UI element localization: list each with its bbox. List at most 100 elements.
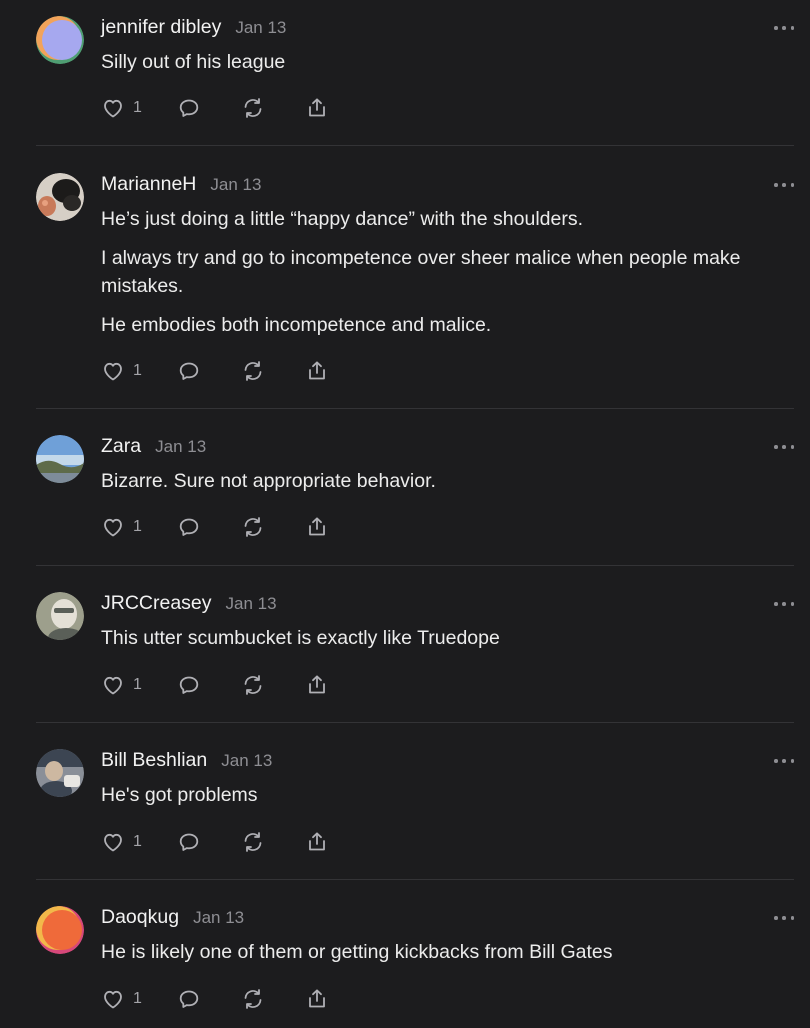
comment: JRCCreasey Jan 13 This utter scumbucket … bbox=[36, 592, 794, 702]
share-icon bbox=[309, 517, 325, 536]
divider bbox=[36, 879, 794, 880]
divider bbox=[36, 565, 794, 566]
comment: Bill Beshlian Jan 13 He's got problems 1 bbox=[36, 749, 794, 859]
comment-icon bbox=[179, 99, 199, 117]
reply-button[interactable] bbox=[177, 672, 201, 698]
like-button[interactable]: 1 bbox=[101, 829, 142, 855]
author-name[interactable]: Bill Beshlian bbox=[101, 749, 207, 772]
share-icon bbox=[309, 832, 325, 851]
like-count: 1 bbox=[133, 676, 142, 693]
comment-text: He’s just doing a little “happy dance” w… bbox=[101, 208, 583, 230]
comment-header: JRCCreasey Jan 13 bbox=[101, 592, 277, 622]
like-count: 1 bbox=[133, 833, 142, 850]
share-icon bbox=[309, 989, 325, 1008]
comment-text: He is likely one of them or getting kick… bbox=[101, 941, 613, 963]
reply-button[interactable] bbox=[177, 986, 201, 1012]
avatar[interactable] bbox=[36, 16, 84, 64]
more-icon[interactable] bbox=[774, 755, 794, 767]
comment-date[interactable]: Jan 13 bbox=[193, 908, 244, 928]
heart-icon bbox=[104, 676, 122, 695]
comment-text: This utter scumbucket is exactly like Tr… bbox=[101, 627, 500, 649]
comment-icon bbox=[179, 518, 199, 536]
reply-button[interactable] bbox=[177, 829, 201, 855]
share-icon bbox=[309, 675, 325, 694]
restack-button[interactable] bbox=[241, 358, 265, 384]
restack-icon bbox=[244, 517, 262, 537]
comment-date[interactable]: Jan 13 bbox=[210, 175, 261, 195]
reply-button[interactable] bbox=[177, 358, 201, 384]
more-icon[interactable] bbox=[774, 22, 794, 34]
more-icon[interactable] bbox=[774, 179, 794, 191]
restack-button[interactable] bbox=[241, 672, 265, 698]
restack-icon bbox=[244, 675, 262, 695]
avatar[interactable] bbox=[36, 749, 84, 797]
comment-actions: 1 bbox=[101, 358, 341, 384]
comment-text: I always try and go to incompetence over… bbox=[101, 247, 741, 297]
restack-icon bbox=[244, 832, 262, 852]
like-button[interactable]: 1 bbox=[101, 358, 142, 384]
like-count: 1 bbox=[133, 362, 142, 379]
reply-button[interactable] bbox=[177, 95, 201, 121]
comment-icon bbox=[179, 990, 199, 1008]
like-button[interactable]: 1 bbox=[101, 514, 142, 540]
comment-text: Bizarre. Sure not appropriate behavior. bbox=[101, 470, 436, 492]
like-count: 1 bbox=[133, 99, 142, 116]
comment-date[interactable]: Jan 13 bbox=[226, 594, 277, 614]
divider bbox=[36, 408, 794, 409]
author-name[interactable]: jennifer dibley bbox=[101, 16, 221, 39]
heart-icon bbox=[104, 362, 122, 381]
heart-icon bbox=[104, 518, 122, 537]
share-button[interactable] bbox=[305, 986, 329, 1012]
comment-actions: 1 bbox=[101, 95, 341, 121]
heart-icon bbox=[104, 990, 122, 1009]
comment-text: He's got problems bbox=[101, 784, 258, 806]
reply-button[interactable] bbox=[177, 514, 201, 540]
comment-header: Zara Jan 13 bbox=[101, 435, 206, 465]
restack-button[interactable] bbox=[241, 95, 265, 121]
like-count: 1 bbox=[133, 518, 142, 535]
more-icon[interactable] bbox=[774, 598, 794, 610]
comment-date[interactable]: Jan 13 bbox=[155, 437, 206, 457]
divider bbox=[36, 722, 794, 723]
comment-header: jennifer dibley Jan 13 bbox=[101, 16, 286, 46]
restack-button[interactable] bbox=[241, 986, 265, 1012]
share-icon bbox=[309, 361, 325, 380]
share-button[interactable] bbox=[305, 829, 329, 855]
share-button[interactable] bbox=[305, 672, 329, 698]
comment-actions: 1 bbox=[101, 672, 341, 698]
comment-header: Bill Beshlian Jan 13 bbox=[101, 749, 272, 779]
comment-date[interactable]: Jan 13 bbox=[221, 751, 272, 771]
more-icon[interactable] bbox=[774, 912, 794, 924]
restack-button[interactable] bbox=[241, 829, 265, 855]
comment-header: MarianneH Jan 13 bbox=[101, 173, 261, 203]
avatar[interactable] bbox=[36, 592, 84, 640]
like-button[interactable]: 1 bbox=[101, 95, 142, 121]
avatar[interactable] bbox=[36, 906, 84, 954]
comment: Zara Jan 13 Bizarre. Sure not appropriat… bbox=[36, 435, 794, 545]
comment: MarianneH Jan 13 He’s just doing a littl… bbox=[36, 173, 794, 388]
author-name[interactable]: Zara bbox=[101, 435, 141, 458]
share-button[interactable] bbox=[305, 95, 329, 121]
comment-icon bbox=[179, 833, 199, 851]
avatar[interactable] bbox=[36, 173, 84, 221]
share-button[interactable] bbox=[305, 358, 329, 384]
author-name[interactable]: MarianneH bbox=[101, 173, 196, 196]
comment-date[interactable]: Jan 13 bbox=[235, 18, 286, 38]
like-count: 1 bbox=[133, 990, 142, 1007]
comment-icon bbox=[179, 362, 199, 380]
comment-actions: 1 bbox=[101, 986, 341, 1012]
restack-button[interactable] bbox=[241, 514, 265, 540]
comment: Daoqkug Jan 13 He is likely one of them … bbox=[36, 906, 794, 1016]
share-icon bbox=[309, 98, 325, 117]
comment-text: Silly out of his league bbox=[101, 51, 286, 73]
author-name[interactable]: Daoqkug bbox=[101, 906, 179, 929]
like-button[interactable]: 1 bbox=[101, 672, 142, 698]
like-button[interactable]: 1 bbox=[101, 986, 142, 1012]
share-button[interactable] bbox=[305, 514, 329, 540]
author-name[interactable]: JRCCreasey bbox=[101, 592, 212, 615]
more-icon[interactable] bbox=[774, 441, 794, 453]
comment-icon bbox=[179, 676, 199, 694]
avatar[interactable] bbox=[36, 435, 84, 483]
restack-icon bbox=[244, 98, 262, 118]
comment: jennifer dibley Jan 13 Silly out of his … bbox=[36, 16, 794, 126]
